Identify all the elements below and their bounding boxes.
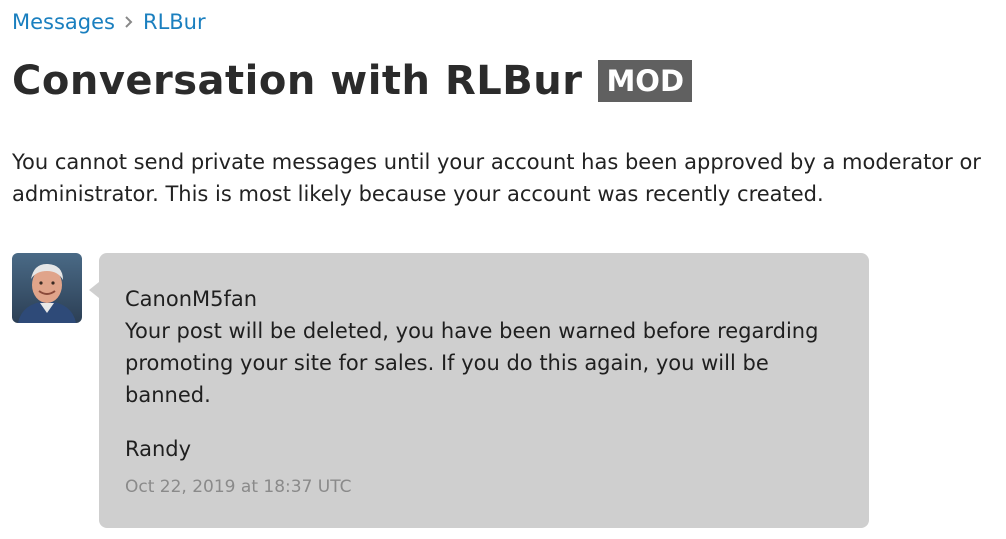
avatar[interactable]	[12, 253, 82, 323]
breadcrumb-messages-link[interactable]: Messages	[12, 10, 115, 34]
message-signature: Randy	[125, 437, 192, 461]
mod-badge: MOD	[598, 60, 693, 102]
breadcrumb-current-link[interactable]: RLBur	[143, 10, 206, 34]
message-bubble: CanonM5fan Your post will be deleted, yo…	[99, 253, 869, 528]
breadcrumb: Messages RLBur	[12, 10, 206, 34]
page-title: Conversation with RLBur	[12, 58, 583, 104]
message-greeting: CanonM5fan	[125, 287, 258, 311]
message-bubble-pointer	[89, 282, 99, 298]
title-row: Conversation with RLBur MOD	[12, 58, 693, 104]
message-body: Your post will be deleted, you have been…	[125, 319, 819, 407]
user-photo-avatar-icon	[12, 253, 82, 323]
chevron-right-icon	[119, 12, 139, 32]
message-timestamp: Oct 22, 2019 at 18:37 UTC	[125, 477, 352, 497]
approval-notice: You cannot send private messages until y…	[12, 150, 981, 206]
